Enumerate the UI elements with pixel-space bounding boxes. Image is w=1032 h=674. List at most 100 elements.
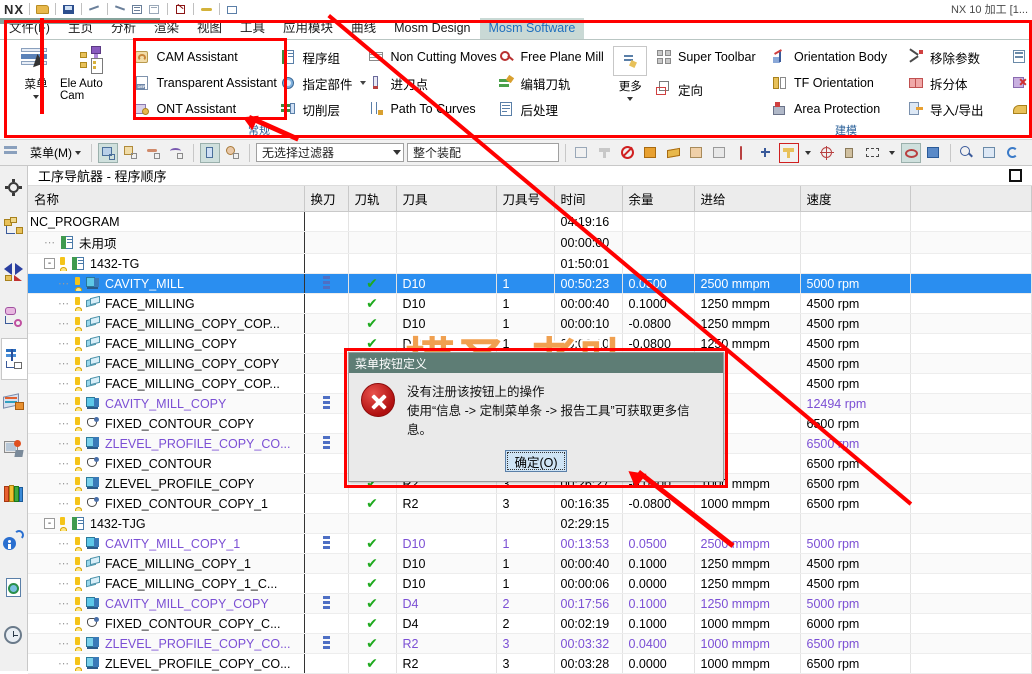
cell-name[interactable]: ⋯ ZLEVEL_PROFILE_COPY_CO... — [28, 653, 305, 674]
resource-item-web-browser[interactable] — [1, 426, 27, 472]
table-row[interactable]: NC_PROGRAM 04:19:16 — [28, 211, 1032, 232]
undo-icon[interactable] — [87, 2, 102, 16]
cell-feed[interactable]: 1250 mmpm — [694, 313, 801, 334]
resource-item-gear[interactable] — [1, 170, 27, 204]
ribbon-tab-bar[interactable]: 文件(F) 主页 分析 渲染 视图 工具 应用模块 曲线 Mosm Design… — [0, 18, 1032, 40]
cell-stock[interactable]: 0.1000 — [622, 293, 695, 314]
cell-toolnumber[interactable] — [496, 513, 555, 534]
cell-extra[interactable] — [910, 333, 1032, 354]
cell-toolnumber[interactable]: 3 — [496, 493, 555, 514]
chevron-down-icon[interactable] — [75, 150, 81, 155]
tab-file[interactable]: 文件(F) — [0, 18, 59, 39]
cell-name[interactable]: ⋯ FACE_MILLING_COPY_1_C... — [28, 573, 305, 594]
cell-tool[interactable]: D10 — [396, 533, 497, 554]
cell-tool[interactable]: R2 — [396, 633, 497, 654]
cell-tool[interactable]: D10 — [396, 293, 497, 314]
ele-auto-cam-button[interactable]: Ele Auto Cam — [60, 42, 127, 102]
cell-name[interactable]: ⋯ ZLEVEL_PROFILE_COPY — [28, 473, 305, 494]
cell-name[interactable]: ⋯ CAVITY_MILL_COPY — [28, 393, 305, 414]
cell-extra[interactable] — [910, 613, 1032, 634]
path-to-curves-item[interactable]: Path To Curves — [364, 97, 486, 121]
cell-speed[interactable] — [800, 253, 911, 274]
cell-speed[interactable]: 6500 rpm — [800, 633, 911, 654]
sketch-icon[interactable] — [199, 2, 214, 16]
cell-feed[interactable]: 1250 mmpm — [694, 293, 801, 314]
table-row[interactable]: ⋯ CAVITY_MILL_COPY_1 ✔ D10 1 00:13:53 0.0500 25… — [28, 533, 1032, 554]
column-header-name[interactable]: 名称 — [28, 186, 305, 212]
filter-icon[interactable] — [595, 143, 615, 163]
cell-tool[interactable]: D10 — [396, 273, 497, 294]
table-row[interactable]: ⋯ 未用项 00:00:00 — [28, 231, 1032, 254]
cell-name[interactable]: ⋯ CAVITY_MILL — [28, 273, 305, 294]
cell-toolnumber[interactable]: 1 — [496, 573, 555, 594]
cell-stock[interactable]: 0.0000 — [622, 653, 695, 674]
table-row[interactable]: ⋯ FACE_MILLING_COPY_1 ✔ D10 1 00:00:40 0.1000 1… — [28, 553, 1032, 574]
cell-stock[interactable] — [622, 513, 695, 534]
table-row[interactable]: ⋯ FACE_MILLING_COPY_1_C... ✔ D10 1 00:00:06 0.… — [28, 573, 1032, 594]
cut-icon[interactable] — [130, 2, 145, 16]
resource-item-info[interactable] — [1, 516, 27, 564]
cell-stock[interactable]: 0.1000 — [622, 553, 695, 574]
column-header-time[interactable]: 时间 — [554, 186, 623, 212]
cell-extra[interactable] — [910, 293, 1032, 314]
orientation-body-item[interactable]: Orientation Body — [768, 45, 896, 69]
cell-feed[interactable]: 1250 mmpm — [694, 593, 801, 614]
cut-levels-item[interactable]: 切削层 — [276, 97, 356, 121]
cell-stock[interactable]: 0.1000 — [622, 593, 695, 614]
resource-item-part-navigator[interactable] — [1, 250, 27, 294]
cell-extra[interactable] — [910, 633, 1032, 654]
cell-time[interactable]: 00:13:53 — [554, 533, 623, 554]
cell-name[interactable]: ⋯ 未用项 — [28, 231, 305, 254]
cell-tool[interactable]: D10 — [396, 553, 497, 574]
cell-extra[interactable] — [910, 393, 1032, 414]
cell-time[interactable]: 00:50:23 — [554, 273, 623, 294]
open-icon[interactable] — [35, 2, 50, 16]
cell-extra[interactable] — [910, 413, 1032, 434]
cell-tool[interactable]: D4 — [396, 613, 497, 634]
cell-tool[interactable]: D4 — [396, 593, 497, 614]
orient-item[interactable]: 定向 — [652, 77, 760, 101]
cell-extra[interactable] — [910, 533, 1032, 554]
cell-toolnumber[interactable]: 1 — [496, 333, 555, 354]
cell-extra[interactable] — [910, 353, 1032, 374]
cell-toolnumber[interactable]: 3 — [496, 633, 555, 654]
resource-item-reuse-library[interactable] — [1, 294, 27, 338]
cell-toolnumber[interactable]: 1 — [496, 553, 555, 574]
cell-extra[interactable] — [910, 313, 1032, 334]
cell-tool[interactable]: R2 — [396, 653, 497, 674]
cell-time[interactable]: 00:02:19 — [554, 613, 623, 634]
cell-toolpath[interactable]: ✔ — [348, 593, 397, 614]
cell-stock[interactable]: -0.0800 — [622, 333, 695, 354]
cell-toolchange[interactable] — [304, 273, 349, 294]
cell-toolchange[interactable] — [304, 513, 349, 534]
selection-filter-dropdown[interactable]: 无选择过滤器 — [256, 143, 404, 162]
program-group-item[interactable]: 程序组 — [276, 45, 356, 69]
cell-toolchange[interactable] — [304, 533, 349, 554]
cell-feed[interactable] — [694, 513, 801, 534]
cam-assistant-item[interactable]: CAM Assistant — [130, 45, 268, 69]
rectangle-select-icon[interactable] — [863, 143, 883, 163]
cell-toolnumber[interactable]: 1 — [496, 293, 555, 314]
tab-home[interactable]: 主页 — [59, 18, 102, 39]
cell-extra[interactable] — [910, 253, 1032, 274]
cell-speed[interactable]: 5000 rpm — [800, 273, 911, 294]
table-row[interactable]: ⋯ FIXED_CONTOUR_COPY_1 ✔ R2 3 00:16:35 -0.0800… — [28, 493, 1032, 514]
more-button-general[interactable]: 更多 — [612, 42, 648, 101]
cell-speed[interactable]: 4500 rpm — [800, 313, 911, 334]
column-header-stock[interactable]: 余量 — [622, 186, 695, 212]
cell-speed[interactable]: 6500 rpm — [800, 653, 911, 674]
cell-name[interactable]: ⋯ ZLEVEL_PROFILE_COPY_CO... — [28, 433, 305, 454]
snap-point-icon[interactable] — [98, 142, 118, 163]
cell-toolchange[interactable] — [304, 633, 349, 654]
cell-toolpath[interactable]: ✔ — [348, 653, 397, 674]
cell-speed[interactable]: 5000 rpm — [800, 533, 911, 554]
cell-speed[interactable]: 6500 rpm — [800, 433, 911, 454]
cell-speed[interactable] — [800, 211, 911, 232]
resource-item-operation-navigator[interactable] — [0, 338, 27, 380]
cell-time[interactable]: 00:00:10 — [554, 333, 623, 354]
cell-extra[interactable] — [910, 473, 1032, 494]
transparent-assistant-item[interactable]: DEF Transparent Assistant — [130, 71, 277, 95]
cell-stock[interactable] — [622, 253, 695, 274]
ok-button[interactable]: 确定(O) — [505, 450, 567, 472]
remove-parameters-item[interactable]: 移除参数 — [904, 45, 1000, 69]
